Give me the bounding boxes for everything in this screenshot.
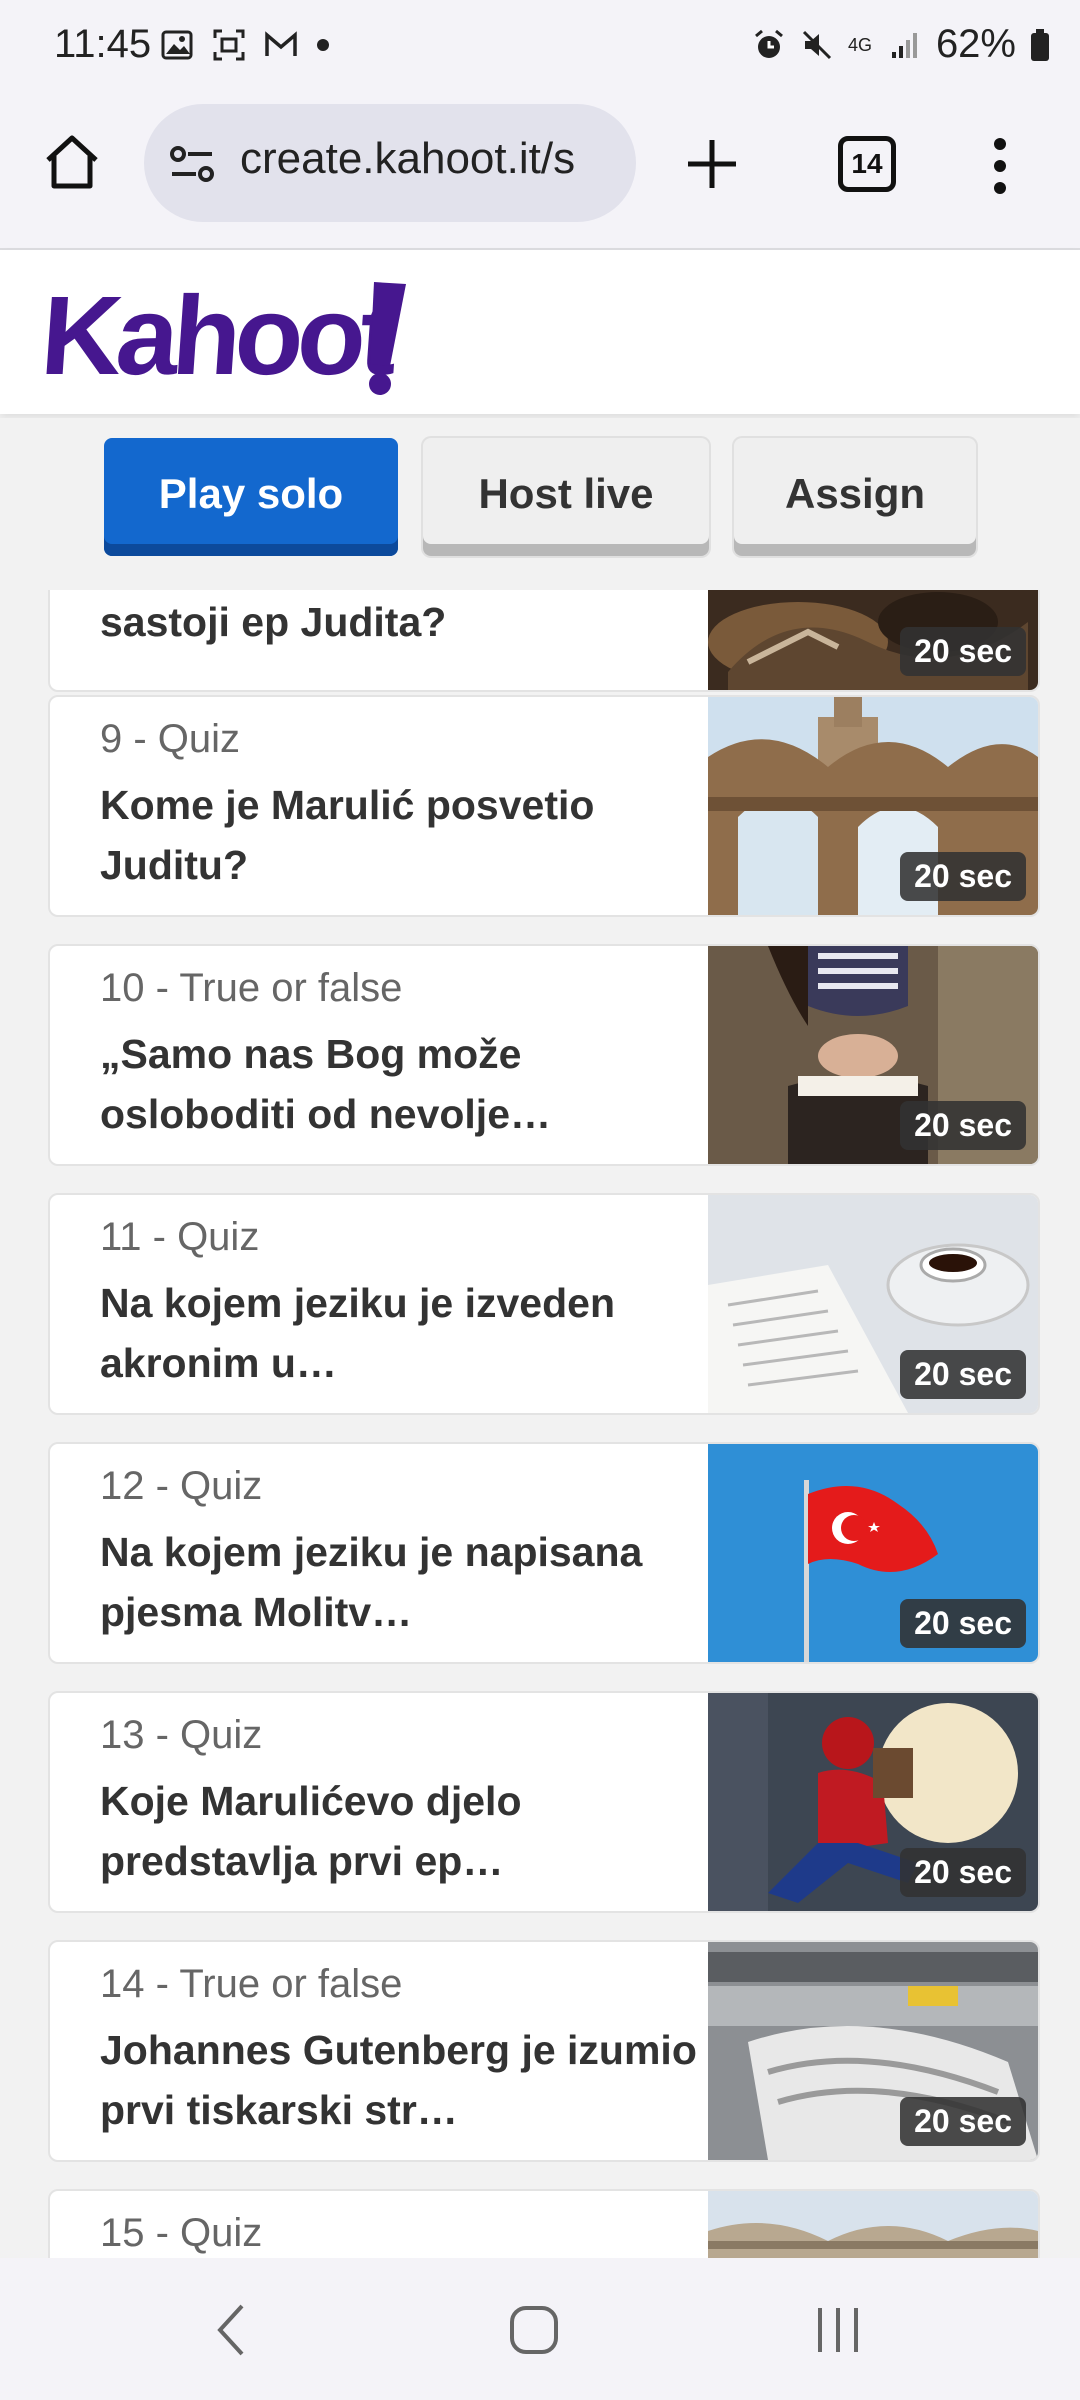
screenshot-icon	[213, 29, 245, 61]
question-title: Johannes Gutenberg je izumio prvi tiskar…	[100, 2027, 697, 2133]
question-title: Koje Marulićevo djelo predstavlja prvi e…	[100, 1778, 522, 1884]
question-title: sastoji ep Judita?	[100, 599, 447, 645]
status-bar: 11:45 4G 62%	[0, 0, 1080, 100]
palace-image	[708, 2191, 1038, 2258]
question-meta: 14 - True or false	[100, 1962, 403, 2006]
mute-icon	[802, 30, 831, 59]
alarm-icon	[754, 29, 783, 58]
time-badge: 20 sec	[900, 2097, 1026, 2146]
host-live-button[interactable]: Host live	[423, 438, 709, 556]
system-nav-bar	[0, 2258, 1080, 2400]
notification-icons	[160, 28, 330, 62]
question-card[interactable]: 11 - Quiz Na kojem jeziku je izveden akr…	[48, 1193, 1040, 1415]
site-settings-icon[interactable]	[168, 144, 216, 184]
url-text[interactable]: create.kahoot.it/s	[240, 134, 620, 184]
play-solo-button[interactable]: Play solo	[104, 438, 398, 556]
question-card[interactable]: 15 - Quiz	[48, 2189, 1040, 2258]
time-badge: 20 sec	[900, 1848, 1026, 1897]
question-meta: 9 - Quiz	[100, 717, 241, 761]
question-card[interactable]: 9 - Quiz Kome je Marulić posvetio Juditu…	[48, 695, 1040, 917]
svg-text:Kahoot: Kahoot	[44, 274, 400, 398]
battery-icon	[1031, 28, 1049, 61]
question-card[interactable]: 10 - True or false „Samo nas Bog može os…	[48, 944, 1040, 1166]
question-title: Na kojem jeziku je izveden akronim u…	[100, 1280, 615, 1386]
back-icon[interactable]	[212, 2300, 252, 2360]
time-badge: 20 sec	[900, 1101, 1026, 1150]
time-badge: 20 sec	[900, 852, 1026, 901]
home-icon[interactable]	[40, 130, 104, 194]
question-meta: 13 - Quiz	[100, 1713, 263, 1757]
question-card[interactable]: sastoji ep Judita? 20 sec	[48, 590, 1040, 692]
gmail-icon	[265, 31, 297, 56]
status-time: 11:45	[54, 22, 152, 66]
recent-apps-icon[interactable]	[812, 2304, 864, 2356]
question-meta: 11 - Quiz	[100, 1215, 260, 1259]
kahoot-logo[interactable]: Kahoot	[44, 274, 414, 398]
time-badge: 20 sec	[900, 1599, 1026, 1648]
network-type: 4G	[847, 34, 872, 55]
kahoot-header: Kahoot	[0, 250, 1080, 414]
home-nav-icon[interactable]	[508, 2304, 560, 2356]
address-bar[interactable]: create.kahoot.it/s	[144, 104, 636, 222]
assign-button[interactable]: Assign	[734, 438, 976, 556]
question-meta: 12 - Quiz	[100, 1464, 263, 1508]
question-title: Kome je Marulić posvetio Juditu?	[100, 782, 595, 888]
time-badge: 20 sec	[900, 1350, 1026, 1399]
dot-icon	[317, 39, 329, 51]
question-card[interactable]: 13 - Quiz Koje Marulićevo djelo predstav…	[48, 1691, 1040, 1913]
gallery-icon	[161, 30, 193, 60]
tab-switcher-button[interactable]: 14	[838, 136, 896, 192]
time-badge: 20 sec	[900, 627, 1026, 676]
question-card[interactable]: 12 - Quiz Na kojem jeziku je napisana pj…	[48, 1442, 1040, 1664]
battery-percent: 62%	[935, 22, 1016, 66]
question-title: „Samo nas Bog može osloboditi od nevolje…	[100, 1031, 551, 1137]
signal-icon	[891, 32, 917, 58]
action-bar: Play solo Host live Assign	[0, 418, 1080, 590]
question-meta: 15 - Quiz	[100, 2211, 263, 2255]
status-right: 4G 62%	[752, 22, 1050, 67]
browser-toolbar: create.kahoot.it/s 14	[0, 100, 1080, 250]
question-image	[708, 2191, 1038, 2258]
question-meta: 10 - True or false	[100, 966, 403, 1010]
question-title: Na kojem jeziku je napisana pjesma Molit…	[100, 1529, 643, 1635]
question-list[interactable]: sastoji ep Judita? 20 sec 9 - Quiz Kome …	[0, 590, 1080, 2258]
more-menu-icon[interactable]	[990, 136, 1010, 196]
question-card[interactable]: 14 - True or false Johannes Gutenberg je…	[48, 1940, 1040, 2162]
new-tab-icon[interactable]	[684, 136, 740, 192]
